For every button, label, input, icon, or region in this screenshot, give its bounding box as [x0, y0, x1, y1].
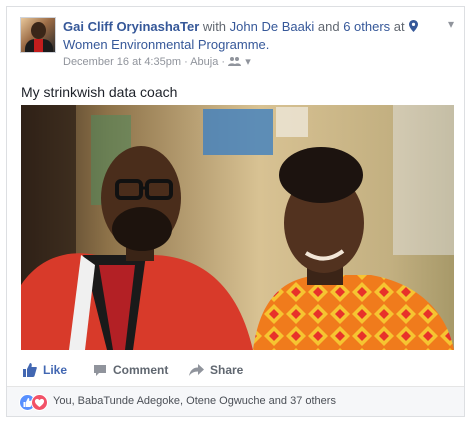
- audience-dropdown-icon[interactable]: ▾: [245, 56, 251, 68]
- post-caption: My strinkwish data coach: [21, 84, 178, 100]
- author-avatar[interactable]: [20, 17, 56, 53]
- timestamp-link[interactable]: December 16 at 4:35pm: [63, 56, 181, 68]
- post-actions: Like Comment Share: [21, 363, 454, 381]
- share-button[interactable]: Share: [189, 363, 243, 377]
- reactions-bar[interactable]: You, BabaTunde Adegoke, Otene Ogwuche an…: [7, 386, 464, 416]
- meta-separator-2: ·: [221, 56, 226, 68]
- location-link[interactable]: Women Environmental Programme.: [63, 37, 269, 52]
- thumbs-up-icon: [23, 363, 37, 377]
- place-link[interactable]: Abuja: [190, 56, 218, 68]
- post-meta: December 16 at 4:35pm · Abuja · ▾: [63, 55, 251, 68]
- tagged-person-link[interactable]: John De Baaki: [230, 19, 315, 34]
- author-name-link[interactable]: Gai Cliff OryinashaTer: [63, 19, 199, 34]
- and-text: and: [317, 19, 340, 34]
- share-arrow-icon: [189, 364, 204, 376]
- with-text: with: [202, 19, 227, 34]
- post-header: Gai Cliff OryinashaTer with John De Baak…: [63, 18, 443, 54]
- post-card: ▾ Gai Cliff OryinashaTer with John De Ba…: [6, 6, 465, 417]
- share-label: Share: [210, 363, 244, 377]
- comment-button[interactable]: Comment: [93, 363, 168, 377]
- post-options-chevron-icon[interactable]: ▾: [448, 17, 454, 31]
- audience-friends-icon[interactable]: [228, 56, 242, 66]
- reaction-icons: [19, 394, 49, 411]
- post-photo[interactable]: [21, 105, 454, 350]
- comment-label: Comment: [113, 363, 169, 377]
- reactions-summary-link[interactable]: You, BabaTunde Adegoke, Otene Ogwuche an…: [53, 395, 336, 407]
- meta-separator: ·: [184, 56, 188, 68]
- tagged-others-link[interactable]: 6 others: [343, 19, 390, 34]
- love-reaction-icon: [31, 394, 48, 411]
- location-pin-icon: [409, 20, 419, 32]
- like-label: Like: [43, 363, 68, 377]
- comment-bubble-icon: [94, 364, 106, 376]
- at-text: at: [393, 19, 405, 34]
- like-button[interactable]: Like: [23, 363, 67, 377]
